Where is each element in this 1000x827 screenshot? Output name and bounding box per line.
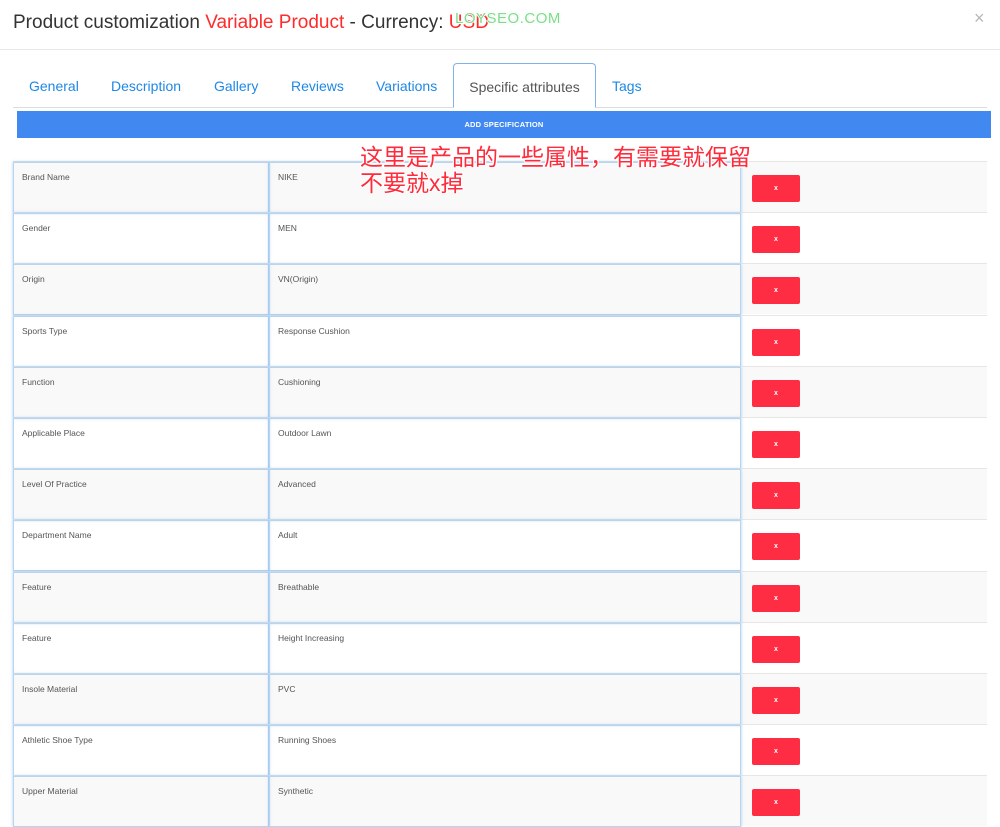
spec-name-field[interactable]: Feature — [13, 623, 269, 674]
spec-name-field[interactable]: Upper Material — [13, 776, 269, 827]
product-type: Variable Product — [205, 12, 345, 33]
delete-spec-button[interactable]: x — [752, 329, 800, 356]
spec-value-field[interactable]: VN(Origin) — [269, 264, 741, 315]
spec-row: Feature Breathable x — [13, 571, 987, 623]
tab-reviews[interactable]: Reviews — [291, 63, 344, 107]
tab-general[interactable]: General — [29, 63, 79, 107]
spec-name-field[interactable]: Brand Name — [13, 162, 269, 213]
delete-spec-button[interactable]: x — [752, 277, 800, 304]
spec-name-field[interactable]: Function — [13, 367, 269, 418]
delete-spec-button[interactable]: x — [752, 636, 800, 663]
spec-row: Feature Height Increasing x — [13, 622, 987, 674]
delete-spec-button[interactable]: x — [752, 738, 800, 765]
delete-spec-button[interactable]: x — [752, 226, 800, 253]
spec-value-field[interactable]: Adult — [269, 520, 741, 571]
spec-value-field[interactable]: Breathable — [269, 572, 741, 623]
delete-spec-button[interactable]: x — [752, 533, 800, 560]
spec-row: Function Cushioning x — [13, 366, 987, 418]
modal-header: Product customization Variable Product -… — [0, 0, 1000, 50]
tab-variations[interactable]: Variations — [376, 63, 437, 107]
spec-value-field[interactable]: Synthetic — [269, 776, 741, 827]
spec-name-field[interactable]: Department Name — [13, 520, 269, 571]
spec-value-field[interactable]: Response Cushion — [269, 316, 741, 367]
spec-value-field[interactable]: MEN — [269, 213, 741, 264]
spec-name-field[interactable]: Gender — [13, 213, 269, 264]
spec-row: Insole Material PVC x — [13, 673, 987, 725]
spec-row: Applicable Place Outdoor Lawn x — [13, 417, 987, 469]
spec-row: Sports Type Response Cushion x — [13, 315, 987, 367]
spec-name-field[interactable]: Insole Material — [13, 674, 269, 725]
title-prefix: Product customization — [13, 12, 206, 33]
delete-spec-button[interactable]: x — [752, 585, 800, 612]
spec-value-field[interactable]: Height Increasing — [269, 623, 741, 674]
delete-spec-button[interactable]: x — [752, 687, 800, 714]
spec-name-field[interactable]: Sports Type — [13, 316, 269, 367]
tab-bar: General Description Gallery Reviews Vari… — [13, 63, 987, 108]
spec-name-field[interactable]: Feature — [13, 572, 269, 623]
close-icon[interactable]: × — [974, 9, 985, 27]
tab-tags[interactable]: Tags — [612, 63, 642, 107]
tab-specific-attributes[interactable]: Specific attributes — [453, 63, 596, 108]
spec-value-field[interactable]: Cushioning — [269, 367, 741, 418]
spec-row: Gender MEN x — [13, 212, 987, 264]
watermark: LOYSEO.COM — [455, 10, 561, 27]
spec-value-field[interactable]: Advanced — [269, 469, 741, 520]
spec-row: Origin VN(Origin) x — [13, 263, 987, 315]
spec-row: Athletic Shoe Type Running Shoes x — [13, 724, 987, 776]
modal-title: Product customization Variable Product -… — [13, 12, 489, 34]
annotation-line-2: 不要就x掉 — [360, 170, 464, 196]
tab-gallery[interactable]: Gallery — [214, 63, 258, 107]
delete-spec-button[interactable]: x — [752, 482, 800, 509]
delete-spec-button[interactable]: x — [752, 175, 800, 202]
spec-name-field[interactable]: Applicable Place — [13, 418, 269, 469]
spec-value-field[interactable]: Outdoor Lawn — [269, 418, 741, 469]
delete-spec-button[interactable]: x — [752, 380, 800, 407]
add-specification-button[interactable]: ADD SPECIFICATION — [17, 111, 991, 138]
spec-name-field[interactable]: Athletic Shoe Type — [13, 725, 269, 776]
annotation-line-1: 这里是产品的一些属性，有需要就保留 — [360, 144, 751, 170]
tab-description[interactable]: Description — [111, 63, 181, 107]
spec-row: Level Of Practice Advanced x — [13, 468, 987, 520]
spec-row: Upper Material Synthetic x — [13, 775, 987, 827]
spec-value-field[interactable]: Running Shoes — [269, 725, 741, 776]
spec-name-field[interactable]: Level Of Practice — [13, 469, 269, 520]
currency-label: - Currency: — [344, 12, 449, 33]
spec-row: Department Name Adult x — [13, 519, 987, 571]
delete-spec-button[interactable]: x — [752, 789, 800, 816]
annotation-note: 这里是产品的一些属性，有需要就保留 不要就x掉 — [360, 144, 751, 196]
spec-name-field[interactable]: Origin — [13, 264, 269, 315]
delete-spec-button[interactable]: x — [752, 431, 800, 458]
spec-value-field[interactable]: PVC — [269, 674, 741, 725]
